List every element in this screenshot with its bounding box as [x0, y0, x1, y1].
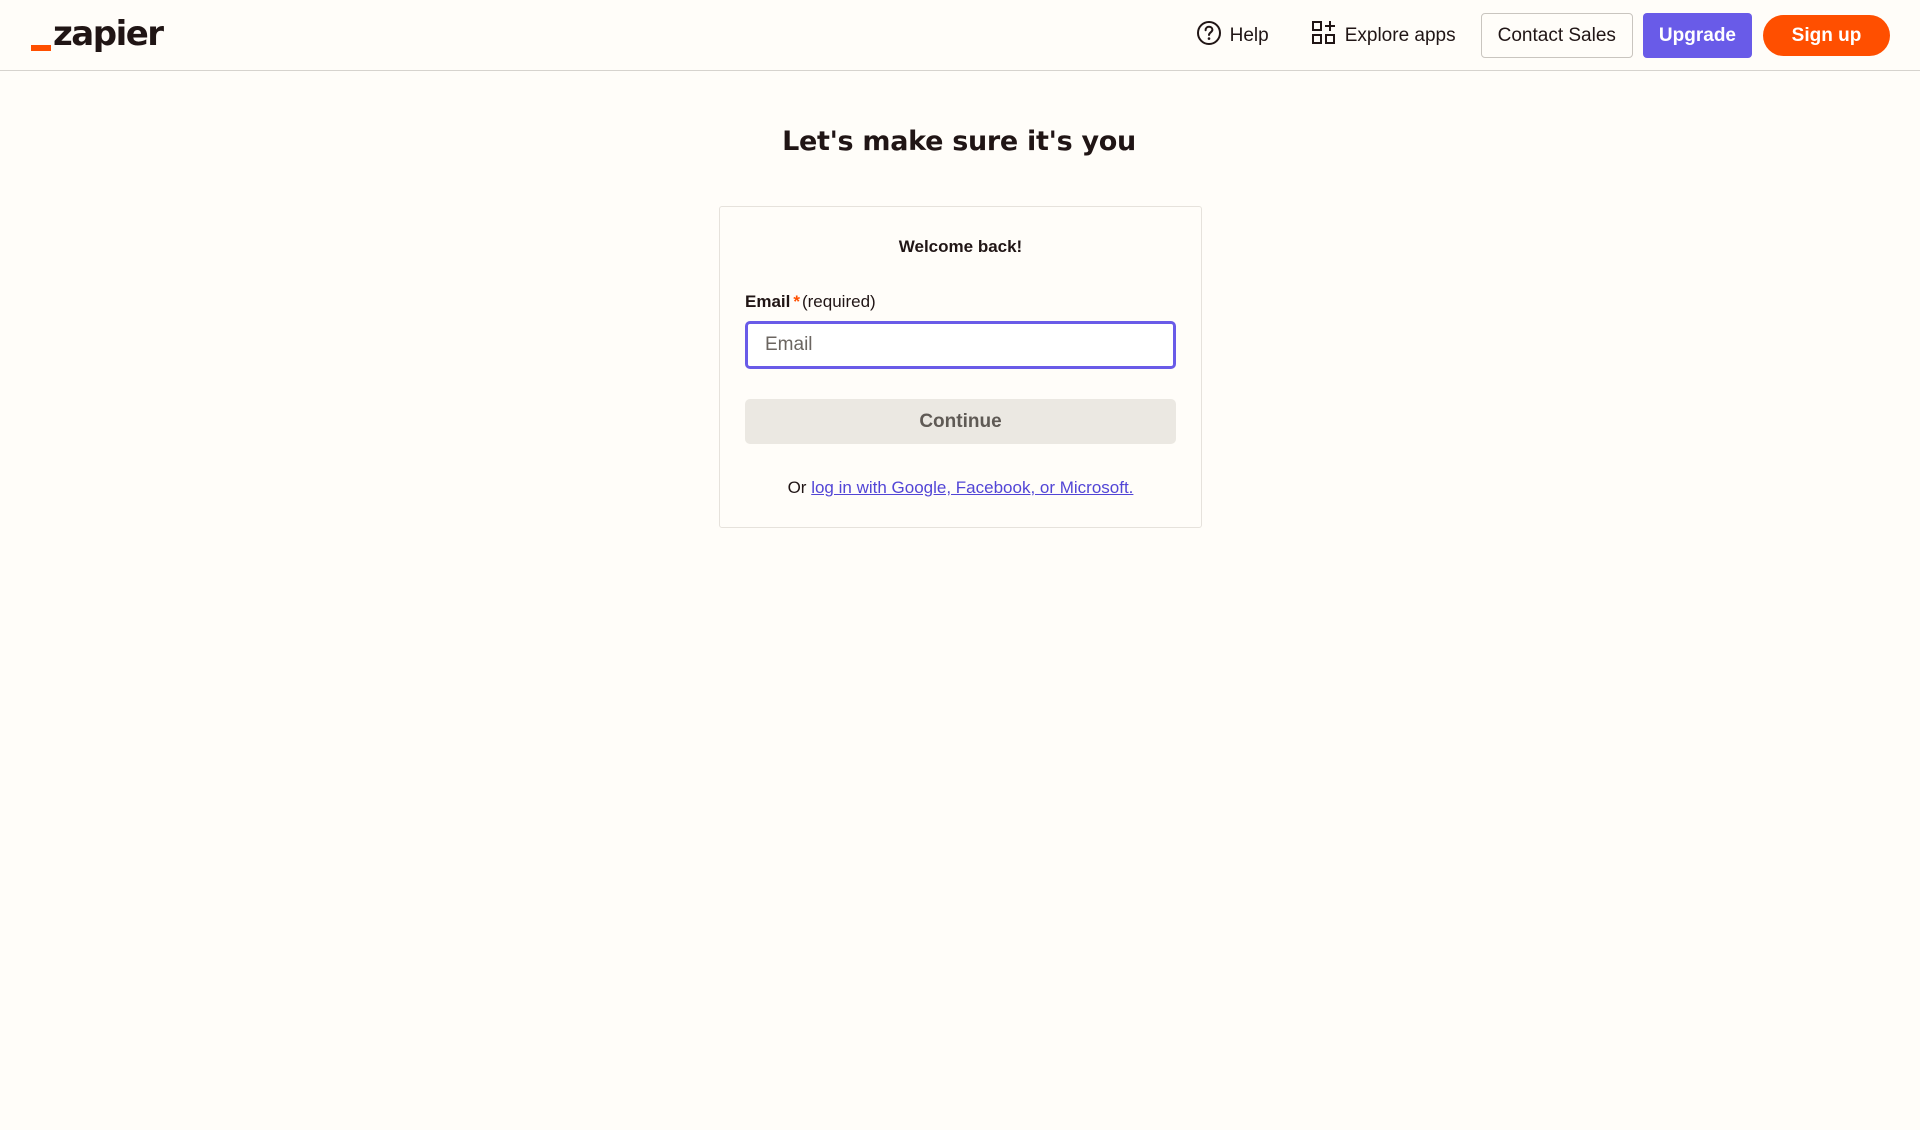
help-link[interactable]: Help	[1196, 13, 1269, 58]
social-login-link[interactable]: log in with Google, Facebook, or Microso…	[811, 478, 1133, 497]
explore-apps-label: Explore apps	[1344, 24, 1456, 46]
apps-grid-icon	[1311, 20, 1345, 52]
email-label-text: Email	[745, 292, 791, 311]
login-card: Welcome back! Email*(required) Continue …	[719, 206, 1202, 528]
email-input[interactable]	[745, 321, 1176, 369]
help-label: Help	[1229, 24, 1269, 46]
explore-apps-link[interactable]: Explore apps	[1311, 13, 1456, 58]
top-navigation-bar: zapier Help Explore apps Contact Sales U…	[0, 0, 1920, 71]
zapier-logo[interactable]: zapier	[31, 14, 164, 54]
header-nav: Help Explore apps Contact Sales Upgrade …	[1196, 13, 1890, 58]
help-circle-icon	[1196, 20, 1230, 52]
sign-up-button[interactable]: Sign up	[1763, 15, 1890, 56]
contact-sales-button[interactable]: Contact Sales	[1480, 13, 1633, 58]
page-title: Let's make sure it's you	[782, 126, 1136, 157]
logo-underscore-mark	[31, 45, 51, 51]
required-hint: (required)	[801, 292, 876, 311]
alt-login-prefix: Or	[787, 478, 807, 497]
card-title: Welcome back!	[898, 237, 1023, 256]
alternative-login-text: Or log in with Google, Facebook, or Micr…	[720, 478, 1201, 498]
continue-button[interactable]: Continue	[745, 399, 1176, 444]
email-field-label: Email * (required)	[745, 292, 876, 312]
logo-wordmark: zapier	[53, 14, 164, 54]
required-asterisk: *	[793, 292, 800, 311]
upgrade-button[interactable]: Upgrade	[1642, 13, 1752, 58]
